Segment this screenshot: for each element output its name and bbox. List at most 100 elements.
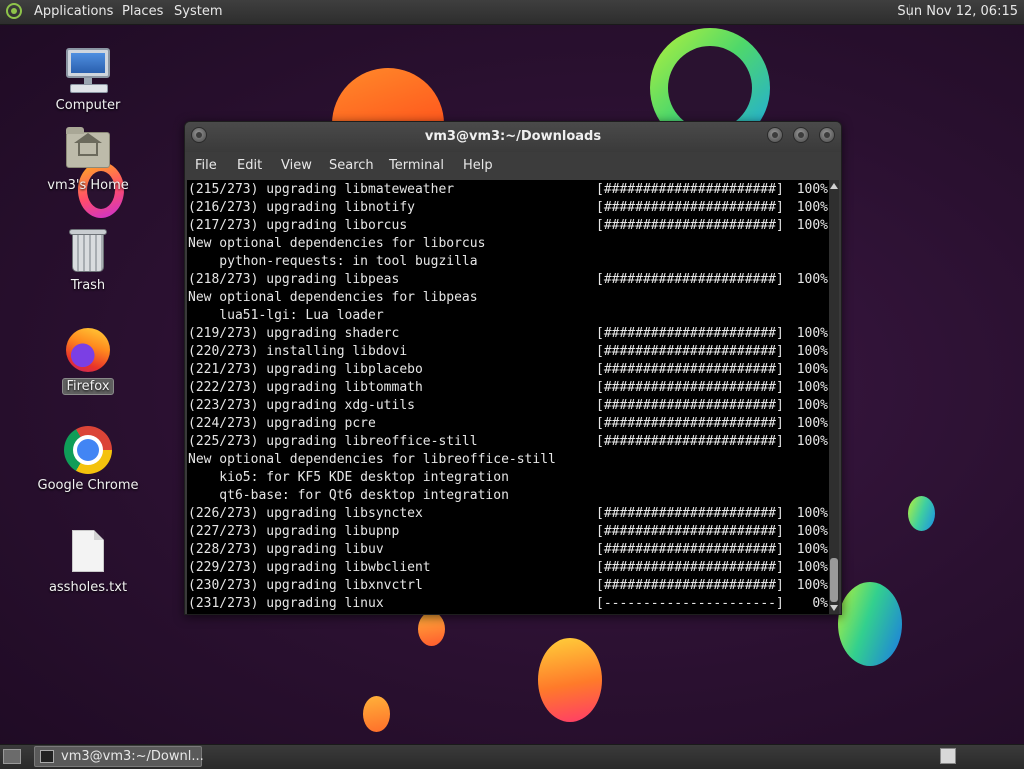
wallpaper-orange-dot bbox=[418, 612, 445, 646]
desktop-icon-home[interactable]: vm3's Home bbox=[28, 126, 148, 193]
terminal-line-text: (230/273) upgrading libxnvctrl bbox=[188, 578, 423, 593]
terminal-line-text: New optional dependencies for libpeas bbox=[188, 290, 478, 305]
show-desktop-icon[interactable] bbox=[3, 749, 21, 764]
progress-bar-text: [######################] bbox=[596, 416, 784, 431]
progress-percent: 100% bbox=[796, 560, 828, 575]
progress-bar-text: [######################] bbox=[596, 200, 784, 215]
workspace-switcher[interactable] bbox=[940, 748, 956, 764]
terminal-line: New optional dependencies for libreoffic… bbox=[188, 451, 556, 469]
terminal-line-text: kio5: for KF5 KDE desktop integration bbox=[188, 470, 509, 485]
close-icon[interactable] bbox=[819, 127, 835, 143]
wallpaper-teal-ellipse bbox=[838, 582, 902, 666]
scroll-down-icon[interactable] bbox=[830, 605, 838, 611]
progress-bar-text: [######################] bbox=[596, 560, 784, 575]
bottom-panel: vm3@vm3:~/Downl... bbox=[0, 744, 1024, 769]
menu-view[interactable]: View bbox=[281, 152, 312, 180]
chrome-icon bbox=[64, 426, 112, 474]
progress-bar-text: [######################] bbox=[596, 218, 784, 233]
desktop-icon-chrome[interactable]: Google Chrome bbox=[28, 426, 148, 493]
top-panel: Applications Places System Sun Nov 12, 0… bbox=[0, 0, 1024, 25]
terminal-line: python-requests: in tool bugzilla bbox=[188, 253, 477, 271]
menu-help[interactable]: Help bbox=[463, 152, 493, 180]
progress-bar-text: [######################] bbox=[596, 542, 784, 557]
text-file-icon bbox=[64, 528, 112, 576]
terminal-line-text: (224/273) upgrading pcre bbox=[188, 416, 376, 431]
desktop-icon-label: Computer bbox=[55, 98, 121, 113]
terminal-line: (226/273) upgrading libsynctex [#########… bbox=[188, 505, 828, 523]
terminal-icon bbox=[40, 750, 54, 763]
desktop-icon-firefox[interactable]: Firefox bbox=[28, 326, 148, 395]
progress-bar-text: [----------------------] bbox=[596, 596, 784, 611]
terminal-line-text: (220/273) installing libdovi bbox=[188, 344, 408, 359]
taskbar-button-terminal[interactable]: vm3@vm3:~/Downl... bbox=[34, 746, 204, 767]
terminal-line-text: (231/273) upgrading linux bbox=[188, 596, 384, 611]
wallpaper-orange-ellipse bbox=[538, 638, 602, 722]
terminal-line-text: (222/273) upgrading libtommath bbox=[188, 380, 423, 395]
progress-percent: 100% bbox=[796, 524, 828, 539]
terminal-output[interactable]: (215/273) upgrading libmateweather [#####… bbox=[187, 180, 829, 614]
scroll-up-icon[interactable] bbox=[830, 183, 838, 189]
progress-percent: 100% bbox=[796, 272, 828, 287]
desktop-icon-trash[interactable]: Trash bbox=[28, 226, 148, 293]
menu-applications[interactable]: Applications bbox=[34, 0, 113, 24]
menu-terminal[interactable]: Terminal bbox=[389, 152, 444, 180]
home-folder-icon bbox=[64, 126, 112, 174]
progress-bar-text: [######################] bbox=[596, 344, 784, 359]
desktop-icon-computer[interactable]: Computer bbox=[28, 46, 148, 113]
progress-percent: 100% bbox=[796, 362, 828, 377]
progress-percent: 100% bbox=[796, 380, 828, 395]
terminal-scrollbar[interactable] bbox=[829, 180, 839, 614]
progress-bar-text: [######################] bbox=[596, 398, 784, 413]
terminal-line-text: (227/273) upgrading libupnp bbox=[188, 524, 400, 539]
menu-search[interactable]: Search bbox=[329, 152, 374, 180]
terminal-line-text: (217/273) upgrading liborcus bbox=[188, 218, 408, 233]
terminal-line-text: (216/273) upgrading libnotify bbox=[188, 200, 415, 215]
desktop-icon-label: vm3's Home bbox=[47, 178, 129, 193]
progress-bar-text: [######################] bbox=[596, 578, 784, 593]
progress-bar-text: [######################] bbox=[596, 362, 784, 377]
os-logo-icon[interactable] bbox=[6, 3, 22, 19]
terminal-window[interactable]: vm3@vm3:~/Downloads File Edit View Searc… bbox=[184, 121, 842, 615]
window-title: vm3@vm3:~/Downloads bbox=[424, 129, 602, 144]
progress-percent: 100% bbox=[796, 416, 828, 431]
wallpaper-teal-dot bbox=[908, 496, 935, 531]
terminal-line: New optional dependencies for libpeas bbox=[188, 289, 478, 307]
terminal-line: (215/273) upgrading libmateweather [#####… bbox=[188, 181, 828, 199]
terminal-line: qt6-base: for Qt6 desktop integration bbox=[188, 487, 509, 505]
terminal-line-text: qt6-base: for Qt6 desktop integration bbox=[188, 488, 509, 503]
scrollbar-thumb[interactable] bbox=[830, 558, 838, 602]
taskbar-button-label: vm3@vm3:~/Downl... bbox=[61, 749, 204, 764]
menu-places[interactable]: Places bbox=[122, 0, 163, 24]
terminal-line: (229/273) upgrading libwbclient [########… bbox=[188, 559, 828, 577]
terminal-line: kio5: for KF5 KDE desktop integration bbox=[188, 469, 509, 487]
progress-percent: 100% bbox=[796, 506, 828, 521]
progress-percent: 100% bbox=[796, 218, 828, 233]
terminal-line: (224/273) upgrading pcre [###############… bbox=[188, 415, 828, 433]
terminal-line-text: (223/273) upgrading xdg-utils bbox=[188, 398, 415, 413]
maximize-icon[interactable] bbox=[793, 127, 809, 143]
panel-clock[interactable]: Sun Nov 12, 06:15 bbox=[897, 0, 1018, 24]
terminal-line: (227/273) upgrading libupnp [############… bbox=[188, 523, 828, 541]
desktop-icon-label: assholes.txt bbox=[48, 580, 128, 595]
progress-bar-text: [######################] bbox=[596, 434, 784, 449]
terminal-line: (220/273) installing libdovi [###########… bbox=[188, 343, 828, 361]
progress-percent: 100% bbox=[796, 344, 828, 359]
terminal-line-text: New optional dependencies for libreoffic… bbox=[188, 452, 556, 467]
progress-percent: 100% bbox=[796, 434, 828, 449]
window-titlebar[interactable]: vm3@vm3:~/Downloads bbox=[185, 122, 841, 152]
minimize-icon[interactable] bbox=[767, 127, 783, 143]
menu-edit[interactable]: Edit bbox=[237, 152, 262, 180]
progress-percent: 0% bbox=[812, 596, 828, 611]
progress-bar-text: [######################] bbox=[596, 326, 784, 341]
terminal-line: (230/273) upgrading libxnvctrl [#########… bbox=[188, 577, 828, 595]
wallpaper-orange-dot bbox=[363, 696, 390, 732]
desktop-icon-text-file[interactable]: assholes.txt bbox=[28, 528, 148, 595]
terminal-line: (228/273) upgrading libuv [##############… bbox=[188, 541, 828, 559]
menu-file[interactable]: File bbox=[195, 152, 217, 180]
terminal-line: (216/273) upgrading libnotify [##########… bbox=[188, 199, 828, 217]
menu-system[interactable]: System bbox=[174, 0, 222, 24]
progress-percent: 100% bbox=[796, 398, 828, 413]
computer-icon bbox=[64, 46, 112, 94]
progress-percent: 100% bbox=[796, 200, 828, 215]
progress-percent: 100% bbox=[796, 326, 828, 341]
